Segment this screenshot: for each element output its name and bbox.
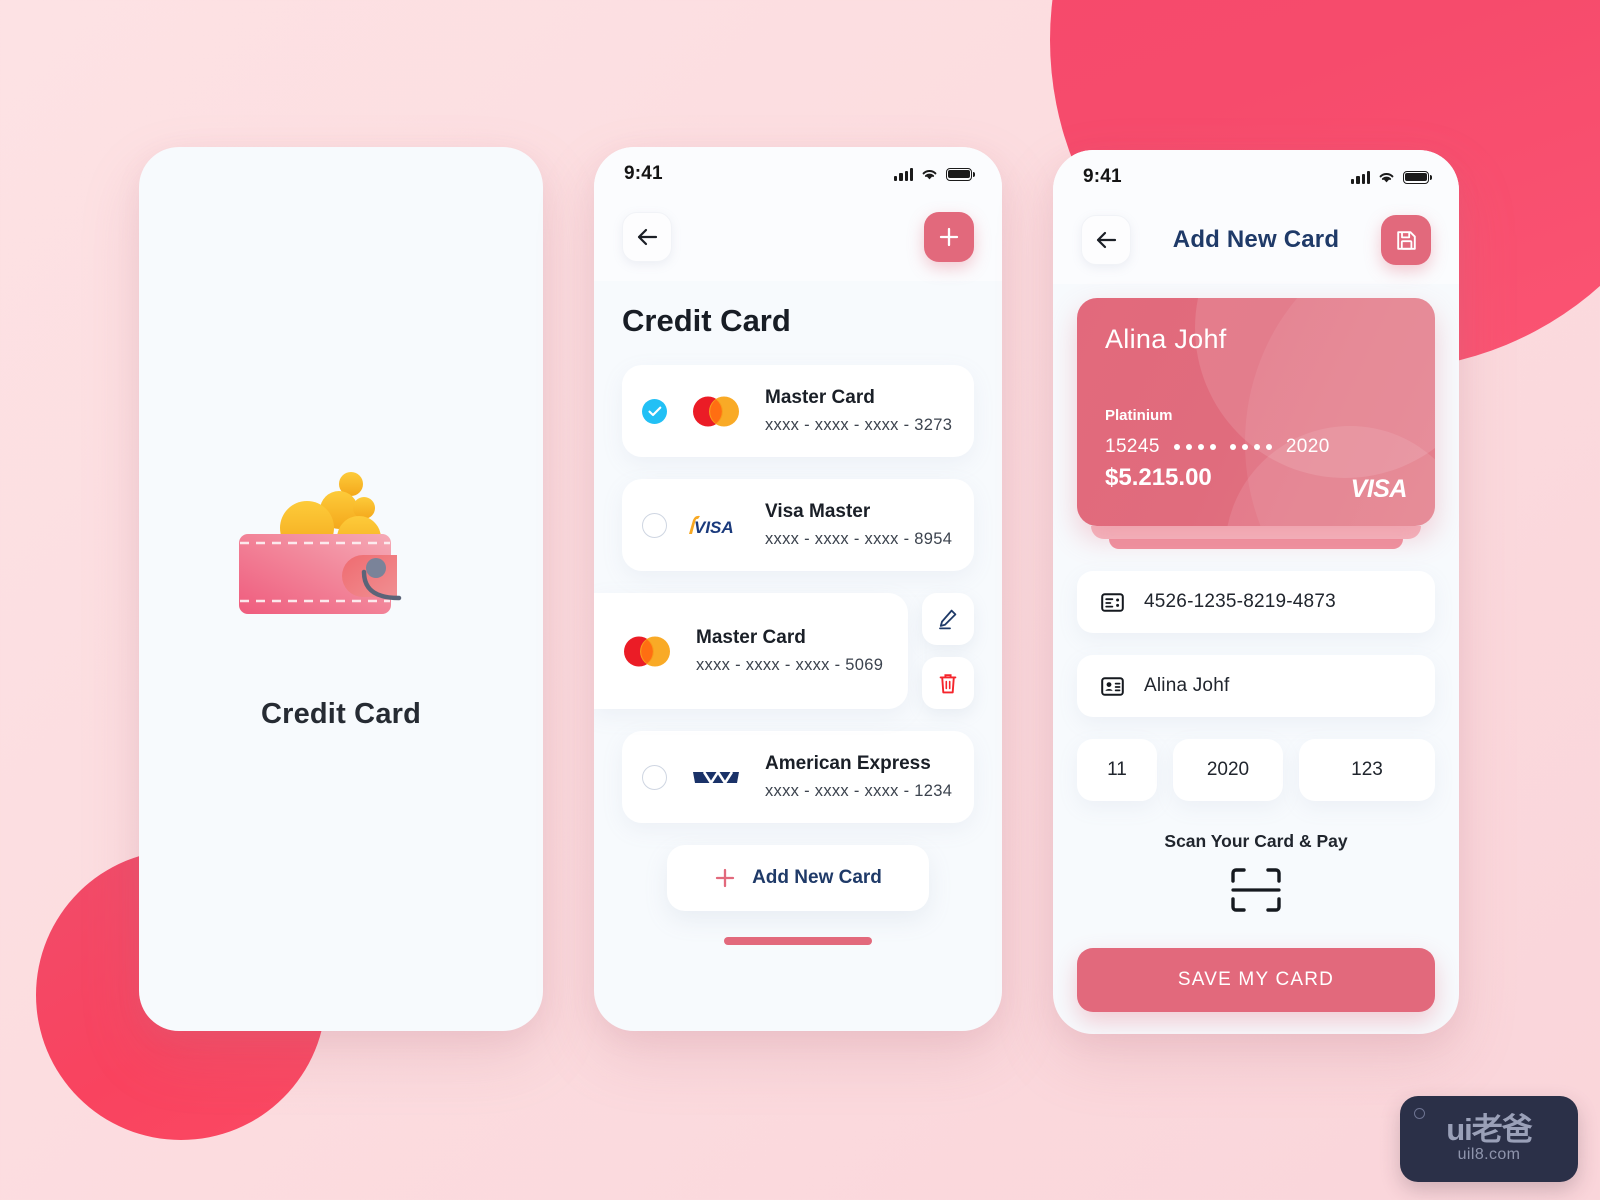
cvv-field[interactable]: 123 [1299, 739, 1435, 801]
back-button[interactable] [622, 212, 672, 262]
phone-onboarding-screen: Credit Card [139, 147, 543, 1031]
list-item[interactable]: VISA Visa Master xxxx - xxxx - xxxx - 89… [622, 479, 974, 571]
scan-section-label: Scan Your Card & Pay [1164, 831, 1348, 851]
page-title: Credit Card [260, 697, 422, 730]
list-item-texts: American Express xxxx - xxxx - xxxx - 12… [765, 753, 952, 801]
list-item[interactable]: American Express xxxx - xxxx - xxxx - 12… [622, 731, 974, 823]
delete-card-button[interactable] [922, 657, 974, 709]
card-number-field[interactable]: 4526-1235-8219-4873 [1077, 571, 1435, 633]
phone-credit-card-list: 9:41 Credit Card Master Card xxxx - xxxx… [594, 147, 1002, 1031]
card-holder-value: Alina Johf [1144, 675, 1230, 696]
signal-icon [1351, 170, 1370, 184]
visa-icon: VISA [1350, 475, 1408, 503]
expiry-and-cvv-row: 11 2020 123 [1077, 739, 1435, 801]
cvv-value: 123 [1351, 759, 1383, 780]
card-brand-label: American Express [765, 753, 931, 774]
status-bar: 9:41 [1053, 150, 1459, 196]
card-holder-icon [1101, 676, 1124, 696]
onboarding-content: Credit Card [139, 147, 543, 1031]
navigation-bar [594, 193, 1002, 281]
expiry-month-field[interactable]: 11 [1077, 739, 1157, 801]
add-card-content: Alina Johf Platinium 15245 2020 $5.215.0… [1053, 298, 1459, 1012]
phone-add-new-card: 9:41 Add New Card Alina Johf Platinium 1… [1053, 150, 1459, 1034]
card-number-label: xxxx - xxxx - xxxx - 1234 [765, 782, 953, 800]
scan-frame-icon [1231, 868, 1281, 912]
list-item-texts: Master Card xxxx - xxxx - xxxx - 5069 [696, 627, 883, 675]
page-title: Credit Card [622, 303, 791, 338]
card-number-icon [1101, 592, 1124, 612]
edit-icon [939, 609, 957, 630]
signal-icon [894, 167, 913, 181]
card-number-label: xxxx - xxxx - xxxx - 5069 [696, 656, 884, 674]
add-card-fab[interactable] [924, 212, 974, 262]
save-my-card-button[interactable]: SAVE MY CARD [1077, 948, 1435, 1012]
list-item-texts: Master Card xxxx - xxxx - xxxx - 3273 [765, 387, 952, 435]
swipe-actions [922, 593, 974, 709]
edit-card-button[interactable] [922, 593, 974, 645]
list-item[interactable]: Master Card xxxx - xxxx - xxxx - 3273 [622, 365, 974, 457]
plus-icon [939, 227, 959, 247]
back-button[interactable] [1081, 215, 1131, 265]
swiped-list-item-wrapper: Master Card xxxx - xxxx - xxxx - 5069 [594, 593, 974, 709]
status-time: 9:41 [1083, 166, 1122, 187]
home-indicator[interactable] [724, 937, 872, 945]
save-my-card-label: SAVE MY CARD [1177, 969, 1335, 990]
wallet-with-coins-illustration [231, 448, 451, 658]
status-icons [894, 167, 975, 181]
status-icons [1351, 170, 1432, 184]
watermark-badge: ui老爸 uil8.com [1400, 1096, 1578, 1182]
expiry-year-field[interactable]: 2020 [1173, 739, 1283, 801]
save-card-button[interactable] [1381, 215, 1431, 265]
battery-icon [946, 167, 975, 181]
card-tier-label: Platinium [1105, 407, 1173, 424]
watermark-dot-icon [1414, 1108, 1425, 1119]
plus-icon [715, 868, 735, 888]
radio-unselected[interactable] [642, 512, 667, 538]
mastercard-icon [616, 634, 678, 669]
list-item[interactable]: Master Card xxxx - xxxx - xxxx - 5069 [594, 593, 908, 709]
card-number-label: xxxx - xxxx - xxxx - 8954 [765, 530, 953, 548]
card-stack-layer [1109, 539, 1403, 549]
arrow-left-icon [1096, 231, 1117, 249]
save-disk-icon [1396, 230, 1416, 250]
radio-unselected[interactable] [642, 764, 667, 790]
amex-icon [685, 766, 747, 788]
card-brand-label: Master Card [696, 627, 806, 648]
visa-icon: VISA [685, 512, 747, 538]
status-time: 9:41 [624, 163, 663, 184]
mastercard-icon [685, 394, 747, 429]
masked-digits-group [1173, 444, 1216, 450]
expiry-month-value: 11 [1107, 759, 1127, 780]
card-brand-label: Master Card [765, 387, 875, 408]
watermark-url: uil8.com [1457, 1146, 1521, 1163]
credit-card-preview: Alina Johf Platinium 15245 2020 $5.215.0… [1077, 298, 1435, 526]
card-list-content: Credit Card Master Card xxxx - xxxx - xx… [594, 303, 1002, 945]
add-new-card-label: Add New Card [752, 867, 882, 888]
card-holder-name: Alina Johf [1105, 324, 1227, 354]
watermark-title: ui老爸 [1446, 1112, 1533, 1147]
card-number-label: xxxx - xxxx - xxxx - 3273 [765, 416, 953, 434]
card-brand-label: Visa Master [765, 501, 871, 522]
card-stack-layer [1091, 526, 1421, 539]
list-item-texts: Visa Master xxxx - xxxx - xxxx - 8954 [765, 501, 952, 549]
navigation-bar: Add New Card [1053, 196, 1459, 284]
svg-text:VISA: VISA [694, 518, 734, 537]
wifi-icon [922, 169, 937, 179]
card-number-prefix: 15245 [1105, 436, 1160, 457]
delete-icon [939, 673, 957, 693]
radio-selected[interactable] [642, 398, 667, 424]
check-icon [647, 406, 661, 416]
card-number-value: 4526-1235-8219-4873 [1144, 591, 1336, 612]
masked-digits-group [1229, 444, 1272, 450]
wifi-icon [1379, 172, 1394, 182]
battery-icon [1403, 170, 1432, 184]
status-bar: 9:41 [594, 147, 1002, 193]
card-number-display: 15245 2020 [1105, 436, 1407, 458]
arrow-left-icon [637, 228, 658, 246]
card-number-suffix: 2020 [1285, 436, 1330, 457]
card-holder-field[interactable]: Alina Johf [1077, 655, 1435, 717]
add-new-card-button[interactable]: Add New Card [667, 845, 929, 911]
scan-card-button[interactable] [1077, 866, 1435, 914]
expiry-year-value: 2020 [1206, 759, 1250, 780]
